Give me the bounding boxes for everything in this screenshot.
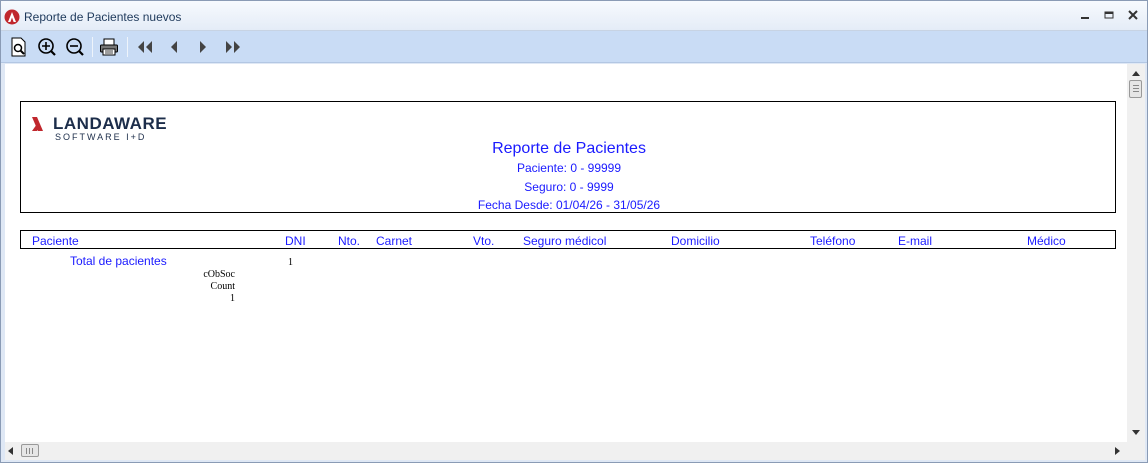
previous-page-icon <box>171 41 177 53</box>
last-page-icon <box>226 41 240 53</box>
printer-icon <box>100 38 118 56</box>
last-page-button[interactable] <box>221 35 245 59</box>
zoom-in-button[interactable] <box>35 35 59 59</box>
scroll-down-icon[interactable] <box>1132 430 1140 436</box>
zoom-out-button[interactable] <box>63 35 87 59</box>
first-page-icon <box>138 41 152 53</box>
total-patients-value: 1 <box>288 257 293 268</box>
horizontal-scroll-thumb[interactable] <box>21 444 39 457</box>
landaware-logo-mark <box>32 117 43 131</box>
preview-toolbar <box>1 31 1147 63</box>
scroll-right-icon[interactable] <box>1115 447 1121 455</box>
toolbar-separator <box>127 37 128 57</box>
first-page-button[interactable] <box>133 35 157 59</box>
column-header: Teléfono <box>810 234 856 248</box>
close-button[interactable] <box>1123 7 1143 25</box>
title-bar[interactable]: Reporte de Pacientes nuevos <box>1 1 1147 31</box>
toolbar-separator <box>92 37 93 57</box>
column-header: Nto. <box>338 234 361 248</box>
report-patient-range: Paciente: 0 - 99999 <box>516 161 622 175</box>
report-title: Reporte de Pacientes <box>492 140 646 157</box>
report-window: Reporte de Pacientes nuevos LANDAWARE SO… <box>0 0 1148 463</box>
zoom-out-icon <box>66 38 84 56</box>
page-preview-icon <box>11 37 26 57</box>
column-header: Domicilio <box>671 234 720 248</box>
column-header: Seguro médicol <box>523 234 607 248</box>
zoom-in-icon <box>38 38 56 56</box>
scroll-up-icon[interactable] <box>1132 70 1140 76</box>
maximize-button[interactable] <box>1099 7 1119 25</box>
column-header-row: Paciente DNI Nto. Carnet Vto. Seguro méd… <box>20 230 1116 249</box>
minimize-button[interactable] <box>1075 7 1095 25</box>
total-patients-label: Total de pacientes <box>70 254 167 268</box>
report-header: LANDAWARE SOFTWARE I+D Reporte de Pacien… <box>20 101 1116 213</box>
column-header: Paciente <box>32 234 79 248</box>
report-date-range: Fecha Desde: 01/04/26 - 31/05/26 <box>477 198 661 212</box>
summary-field-name: cObSoc <box>203 269 235 280</box>
window-title: Reporte de Pacientes nuevos <box>24 10 182 24</box>
scrollbar-corner <box>1127 442 1145 460</box>
close-icon <box>1128 10 1138 20</box>
landaware-app-icon <box>4 9 20 25</box>
column-header: E-mail <box>898 234 933 248</box>
report-insurance-range: Seguro: 0 - 9999 <box>524 180 614 194</box>
horizontal-scrollbar[interactable] <box>5 442 1127 460</box>
maximize-icon <box>1104 11 1114 19</box>
logo-wordmark: LANDAWARE <box>53 114 168 133</box>
minimize-icon <box>1081 17 1089 19</box>
summary-aggregate: Count <box>210 281 235 292</box>
print-button[interactable] <box>97 35 121 59</box>
summary-aggregate-value: 1 <box>230 293 235 304</box>
column-header: Vto. <box>473 234 495 248</box>
column-header: DNI <box>285 234 306 248</box>
report-preview-canvas: LANDAWARE SOFTWARE I+D Reporte de Pacien… <box>5 64 1127 442</box>
previous-page-button[interactable] <box>162 35 186 59</box>
column-header: Médico <box>1027 234 1066 248</box>
vertical-scrollbar[interactable] <box>1127 64 1145 442</box>
scroll-left-icon[interactable] <box>7 447 13 455</box>
next-page-icon <box>200 41 206 53</box>
next-page-button[interactable] <box>191 35 215 59</box>
page-preview-button[interactable] <box>7 35 31 59</box>
vertical-scroll-thumb[interactable] <box>1129 80 1142 98</box>
column-header: Carnet <box>376 234 413 248</box>
